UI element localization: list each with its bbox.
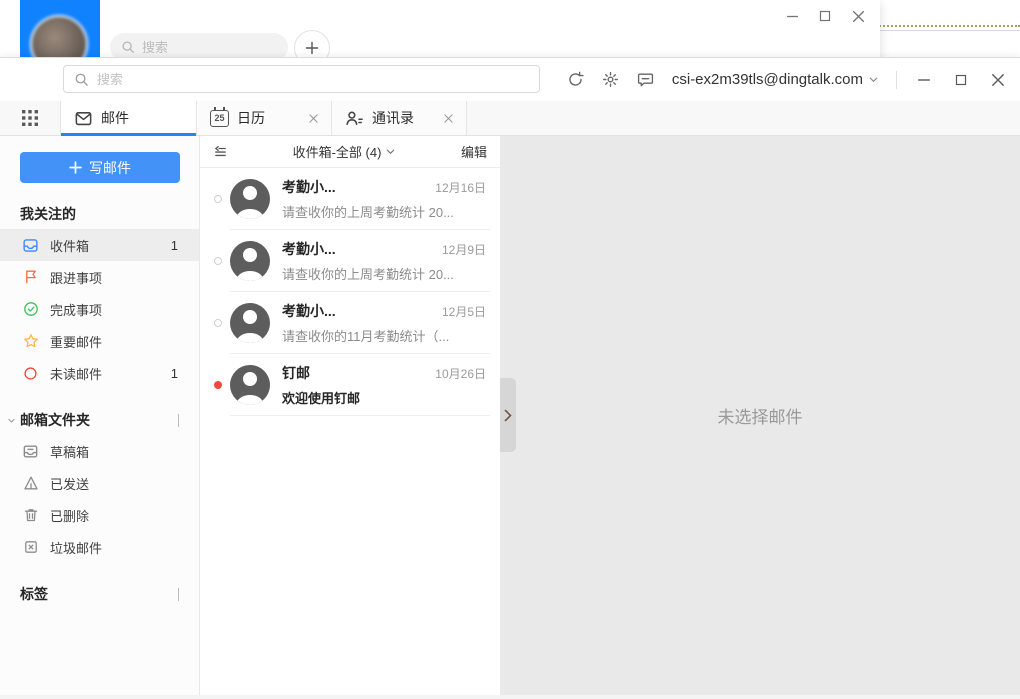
mail-icon [74,109,93,128]
section-divider [178,588,179,601]
unread-count-badge: 1 [171,366,178,381]
refresh-icon[interactable] [567,71,585,89]
mail-date: 12月9日 [434,241,486,258]
search-icon [74,72,89,87]
section-divider [178,414,179,427]
sidebar-item-inbox[interactable]: 收件箱 1 [0,229,199,261]
bg-maximize-button[interactable] [815,6,835,26]
mail-search-box[interactable] [63,65,540,93]
edit-button[interactable]: 编辑 [461,142,487,161]
unread-count-badge: 1 [171,238,178,253]
search-icon [121,40,135,54]
plus-icon [304,40,320,56]
tab-close-icon[interactable] [444,114,453,123]
empty-state-text: 未选择邮件 [718,403,803,428]
sidebar-item-drafts[interactable]: 草稿箱 [0,435,199,467]
read-indicator[interactable] [214,195,222,203]
account-switcher[interactable]: csi-ex2m39tls@dingtalk.com [672,71,879,88]
sidebar-item-done[interactable]: 完成事项 [0,293,199,325]
chevron-down-icon [385,146,396,157]
mail-date: 12月5日 [434,303,486,320]
chevron-down-icon [868,74,879,85]
send-icon [22,475,39,492]
mail-subject: 欢迎使用钉邮 [282,388,486,407]
tab-contacts[interactable]: 通讯录 [332,101,467,135]
sender-avatar [230,179,270,219]
chevron-right-icon [504,409,512,422]
window-bottom-strip [0,695,1020,699]
account-email: csi-ex2m39tls@dingtalk.com [672,71,863,88]
mail-subject: 请查收你的上周考勤统计 20... [282,202,486,221]
tab-calendar[interactable]: 25 日历 [197,101,332,135]
mail-subject: 请查收你的上周考勤统计 20... [282,264,486,283]
titlebar-divider [896,71,897,89]
tab-label: 日历 [237,108,265,128]
mail-window: csi-ex2m39tls@dingtalk.com [0,57,1020,699]
tab-label: 邮件 [101,108,129,128]
sidebar-item-sent[interactable]: 已发送 [0,467,199,499]
mail-sidebar: 写邮件 我关注的 收件箱 1 跟进事项 [0,136,200,695]
feedback-chat-icon[interactable] [637,71,655,89]
check-circle-icon [22,301,39,318]
circle-icon [22,365,39,382]
section-title-focus: 我关注的 [20,204,179,224]
expand-list-handle[interactable] [500,378,516,452]
read-indicator[interactable] [214,381,222,389]
sender-avatar [230,303,270,343]
compose-button[interactable]: 写邮件 [20,152,180,183]
section-title-folders[interactable]: 邮箱文件夹 [20,410,179,430]
tab-label: 通讯录 [372,108,414,128]
tab-mail[interactable]: 邮件 [60,101,197,135]
maximize-button[interactable] [951,70,971,90]
sidebar-item-followup[interactable]: 跟进事项 [0,261,199,293]
tab-strip: 邮件 25 日历 通讯录 [0,101,1020,136]
apps-grid-button[interactable] [0,101,60,135]
plus-icon [69,161,82,174]
mail-list-item[interactable]: 钉邮10月26日 欢迎使用钉邮 [200,354,500,416]
minimize-button[interactable] [914,70,934,90]
calendar-icon: 25 [210,110,229,127]
bg-minimize-button[interactable] [782,6,802,26]
sidebar-item-important[interactable]: 重要邮件 [0,325,199,357]
folder-filter-dropdown[interactable]: 收件箱-全部 (4) [228,142,461,161]
collapse-list-icon[interactable] [213,144,228,159]
drafts-icon [22,443,39,460]
close-button[interactable] [988,70,1008,90]
mail-list-item[interactable]: 考勤小...12月9日 请查收你的上周考勤统计 20... [200,230,500,292]
sidebar-item-deleted[interactable]: 已删除 [0,499,199,531]
bg-close-button[interactable] [848,6,868,26]
mail-date: 10月26日 [427,365,486,382]
reading-pane: 未选择邮件 [500,136,1020,695]
inbox-icon [22,237,39,254]
tab-close-icon[interactable] [309,114,318,123]
mail-list-item[interactable]: 考勤小...12月16日 请查收你的上周考勤统计 20... [200,168,500,230]
trash-icon [22,507,39,524]
sidebar-item-unread[interactable]: 未读邮件 1 [0,357,199,389]
contacts-icon [345,109,364,128]
background-search-input[interactable] [142,40,262,55]
mail-list-item[interactable]: 考勤小...12月5日 请查收你的11月考勤统计（... [200,292,500,354]
sender-avatar [230,365,270,405]
sender-avatar [230,241,270,281]
read-indicator[interactable] [214,257,222,265]
chevron-down-icon [7,416,16,425]
star-icon [22,333,39,350]
mail-titlebar: csi-ex2m39tls@dingtalk.com [0,58,1020,101]
flag-icon [22,269,39,286]
mail-subject: 请查收你的11月考勤统计（... [282,326,486,345]
grid-icon [21,109,39,127]
spam-icon [22,539,39,556]
section-title-tags[interactable]: 标签 [20,584,179,604]
settings-gear-icon[interactable] [602,71,620,89]
read-indicator[interactable] [214,319,222,327]
mail-search-input[interactable] [97,72,477,87]
mail-date: 12月16日 [427,179,486,196]
mail-list: 收件箱-全部 (4) 编辑 考勤小...12月16日 请查收你的上周考勤统计 2… [200,136,500,695]
sidebar-item-spam[interactable]: 垃圾邮件 [0,531,199,563]
mail-list-header: 收件箱-全部 (4) 编辑 [200,136,500,168]
